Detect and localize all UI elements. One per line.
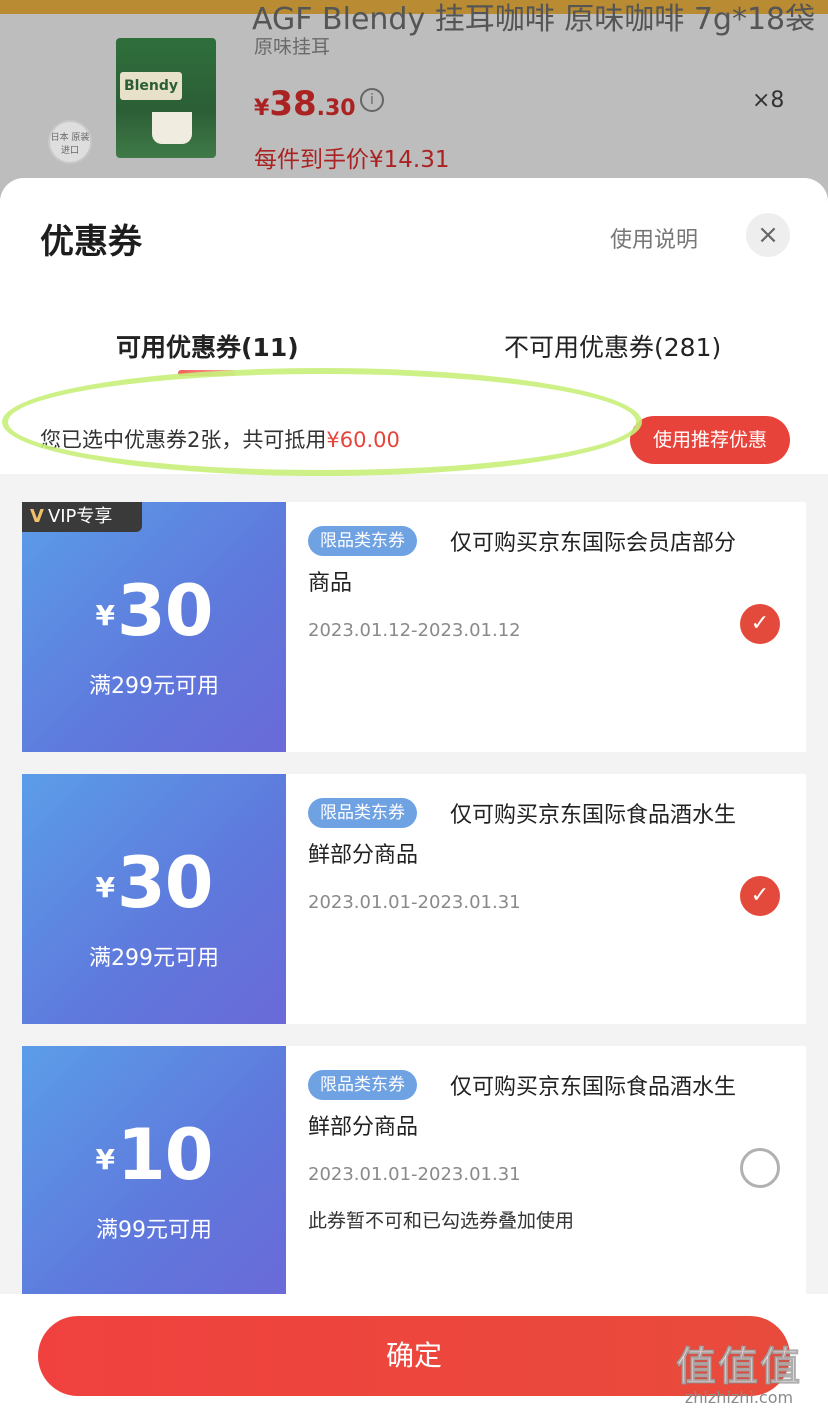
origin-badge: 日本 原装进口	[48, 120, 92, 164]
watermark-logo: 值值值	[676, 1344, 802, 1391]
coupon-yen: ¥	[95, 871, 116, 904]
sheet-header: 优惠券 使用说明 × 可用优惠券(11) 不可用优惠券(281)	[0, 178, 828, 394]
vip-badge: V VIP专享	[22, 502, 142, 532]
price-dec: .30	[316, 96, 356, 121]
coupon-yen: ¥	[95, 599, 116, 632]
coupon-yen: ¥	[95, 1143, 116, 1176]
coupon-card[interactable]: ¥30 满299元可用 仅可购买京东国际食品酒水生鲜部分商品 限品类东券 202…	[18, 774, 806, 1024]
price-yen: ¥	[254, 96, 270, 121]
coupon-category-tag: 限品类东券	[308, 1070, 417, 1100]
site-watermark: 值值值 zhizhizhi.com	[676, 1334, 802, 1408]
checked-icon[interactable]: ✓	[740, 604, 780, 644]
coupon-amount-panel: ¥10 满99元可用	[18, 1046, 286, 1296]
sheet-title: 优惠券	[40, 222, 142, 262]
coupon-value: 10	[117, 1114, 213, 1196]
coupon-category-tag: 限品类东券	[308, 798, 417, 828]
coupon-threshold: 满99元可用	[96, 1218, 212, 1243]
use-recommended-button[interactable]: 使用推荐优惠	[630, 416, 790, 464]
coupon-category-tag: 限品类东券	[308, 526, 417, 556]
usage-help-link[interactable]: 使用说明	[610, 222, 698, 254]
coupon-validity-date: 2023.01.12-2023.01.12	[308, 620, 521, 641]
coupon-stack-note: 此券暂不可和已勾选券叠加使用	[308, 1210, 575, 1232]
watermark-url: zhizhizhi.com	[684, 1388, 794, 1407]
coupon-validity-date: 2023.01.01-2023.01.31	[308, 892, 521, 913]
checked-icon[interactable]: ✓	[740, 876, 780, 916]
close-icon[interactable]: ×	[746, 213, 790, 257]
tab-unavailable-coupons[interactable]: 不可用优惠券(281)	[504, 328, 721, 364]
info-icon[interactable]: i	[360, 88, 384, 112]
per-unit-price: 每件到手价¥14.31	[254, 147, 450, 173]
price-int: 38	[269, 84, 317, 124]
coupon-value: 30	[117, 842, 213, 924]
coupon-threshold: 满299元可用	[89, 946, 219, 971]
summary-text: 您已选中优惠券2张，共可抵用	[40, 428, 327, 452]
product-title: AGF Blendy 挂耳咖啡 原味咖啡 7g*18袋	[252, 2, 816, 37]
product-brand-logo: Blendy	[120, 72, 182, 100]
sheet-footer: 确定 值值值 zhizhizhi.com	[0, 1294, 828, 1419]
unchecked-radio-icon[interactable]	[740, 1148, 780, 1188]
coupon-card[interactable]: ¥10 满99元可用 仅可购买京东国际食品酒水生鲜部分商品 限品类东券 2023…	[18, 1046, 806, 1296]
coupon-amount: ¥30	[22, 570, 286, 652]
product-quantity: ×8	[752, 88, 785, 113]
coupon-value: 30	[117, 570, 213, 652]
coupon-amount: ¥10	[22, 1114, 286, 1196]
product-price: ¥38.30	[254, 84, 356, 124]
coupon-card[interactable]: ¥30 满299元可用 V VIP专享 仅可购买京东国际会员店部分商品 限品类东券…	[18, 502, 806, 752]
selection-summary: 您已选中优惠券2张，共可抵用¥60.00	[40, 424, 400, 454]
coupon-threshold: 满299元可用	[89, 674, 219, 699]
coupon-amount-panel: ¥30 满299元可用	[18, 774, 286, 1024]
coupon-sheet: 优惠券 使用说明 × 可用优惠券(11) 不可用优惠券(281) 您已选中优惠券…	[0, 178, 828, 1419]
tab-available-coupons[interactable]: 可用优惠券(11)	[116, 328, 299, 364]
vip-icon: V	[30, 506, 44, 527]
summary-amount: ¥60.00	[326, 428, 400, 452]
coupon-amount: ¥30	[22, 842, 286, 924]
coffee-cup-graphic	[152, 112, 192, 144]
product-variant: 原味挂耳	[254, 36, 331, 58]
vip-badge-label: VIP专享	[47, 506, 113, 527]
active-tab-indicator	[178, 370, 236, 376]
coupon-amount-panel: ¥30 满299元可用 V VIP专享	[18, 502, 286, 752]
product-image: Blendy	[116, 38, 216, 158]
background-product-card: AGF Blendy 挂耳咖啡 原味咖啡 7g*18袋 原味挂耳 Blendy …	[0, 0, 828, 200]
coupon-validity-date: 2023.01.01-2023.01.31	[308, 1164, 521, 1185]
